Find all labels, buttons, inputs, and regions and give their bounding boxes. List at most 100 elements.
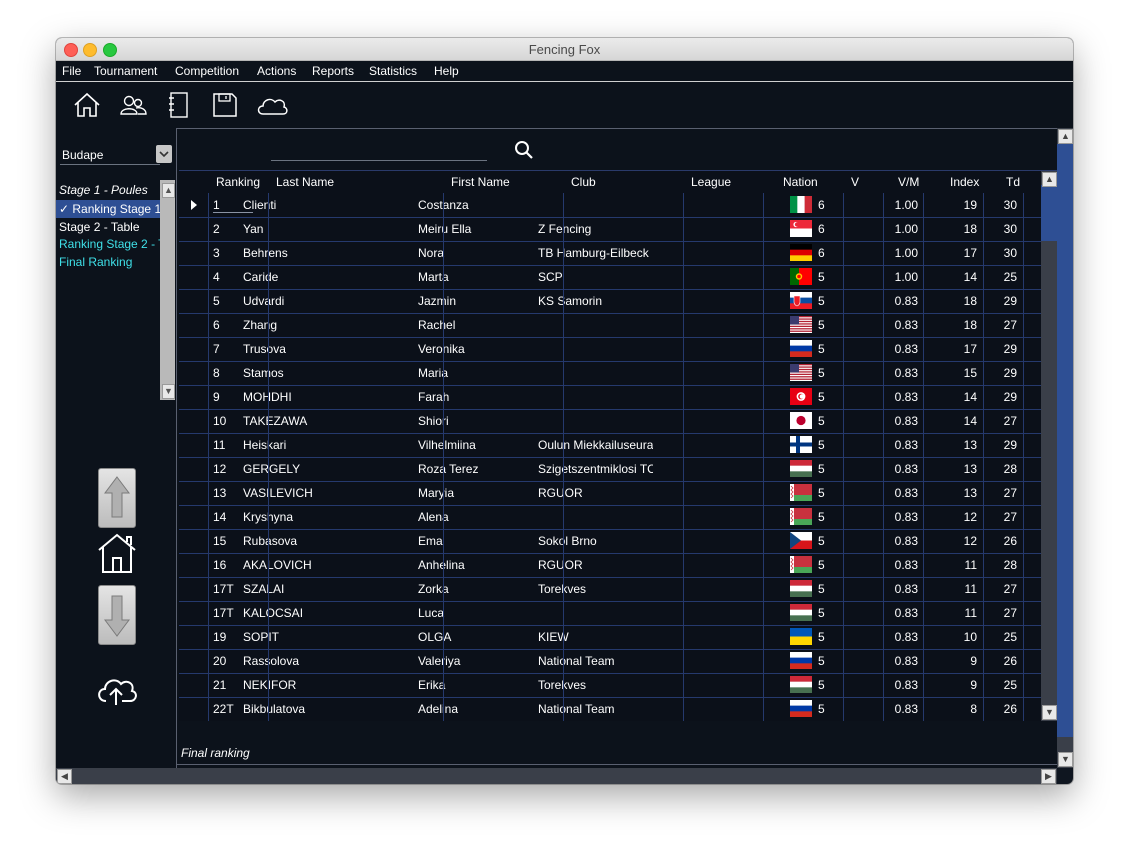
users-icon[interactable] xyxy=(119,92,147,118)
column-header-v[interactable]: V xyxy=(851,175,859,189)
cell-td: 28 xyxy=(1003,558,1017,572)
cell-first-name: Alena xyxy=(418,510,449,524)
column-header-td[interactable]: Td xyxy=(1006,175,1020,189)
cell-v: 5 xyxy=(818,678,825,692)
table-row[interactable]: 14KryshynaAlena50.831227 xyxy=(179,505,1041,530)
cell-club: KIEW xyxy=(538,630,569,644)
table-row[interactable]: 17T KALOCSAI Luca 5 0.83 11 27 xyxy=(179,601,1041,626)
scroll-right-icon[interactable]: ▶ xyxy=(1041,769,1056,784)
stage-item-poules[interactable]: Stage 1 - Poules xyxy=(59,183,148,197)
table-row[interactable]: 9MOHDHIFarah50.831429 xyxy=(179,385,1041,410)
table-row[interactable]: 7 Trusova Veronika 5 0.83 17 29 xyxy=(179,337,1041,362)
menu-file[interactable]: File xyxy=(62,64,81,78)
table-row[interactable]: 16 AKALOVICH Anhelina RGUOR 5 0.83 11 28 xyxy=(179,553,1041,578)
cell-first-name: Jazmin xyxy=(418,294,457,308)
cell-index: 17 xyxy=(963,246,977,260)
home-icon[interactable] xyxy=(73,92,101,118)
tournament-select-button[interactable] xyxy=(156,145,172,163)
scroll-down-icon[interactable]: ▼ xyxy=(162,384,175,399)
cell-vm: 0.83 xyxy=(894,558,918,572)
column-header-last-name[interactable]: Last Name xyxy=(276,175,334,189)
stage-item-final-ranking[interactable]: Final Ranking xyxy=(59,255,132,269)
menu-statistics[interactable]: Statistics xyxy=(369,64,417,78)
cell-first-name: Rachel xyxy=(418,318,456,332)
table-vertical-scroll-thumb[interactable] xyxy=(1041,185,1057,241)
cell-v: 5 xyxy=(818,342,825,356)
cell-td: 27 xyxy=(1003,414,1017,428)
stage-item-table[interactable]: Stage 2 - Table xyxy=(59,220,140,234)
column-header-ranking[interactable]: Ranking xyxy=(216,175,260,189)
flag-blr-icon xyxy=(790,484,812,501)
cell-first-name: Costanza xyxy=(418,198,534,212)
title-bar: Fencing Fox xyxy=(56,38,1073,61)
table-row[interactable]: 1ClientiCostanza61.001930 xyxy=(179,193,1041,218)
move-down-button[interactable] xyxy=(98,585,136,645)
table-row[interactable]: 15 Rubasova Ema Sokol Brno 5 0.83 12 26 xyxy=(179,529,1041,554)
scroll-down-icon[interactable]: ▼ xyxy=(1058,752,1073,767)
cell-first-name: Nora xyxy=(418,246,445,260)
cell-v: 5 xyxy=(818,582,825,596)
table-row[interactable]: 4 Caride Marta SCP 5 1.00 14 25 xyxy=(179,265,1041,290)
search-input[interactable] xyxy=(271,160,487,161)
menu-actions[interactable]: Actions xyxy=(257,64,296,78)
menu-tournament[interactable]: Tournament xyxy=(94,64,157,78)
table-row[interactable]: 17TSZALAIZorkaTorekves50.831127 xyxy=(179,577,1041,602)
save-icon[interactable] xyxy=(211,92,239,118)
scroll-left-icon[interactable]: ◀ xyxy=(57,769,72,784)
tournament-select[interactable]: Budape xyxy=(60,146,160,165)
scroll-down-icon[interactable]: ▼ xyxy=(1042,705,1057,720)
table-row[interactable]: 6 Zhang Rachel 5 0.83 18 27 xyxy=(179,313,1041,338)
cell-vm: 0.83 xyxy=(894,630,918,644)
search-icon[interactable] xyxy=(513,139,535,161)
toolbar xyxy=(56,82,1073,128)
stage-item-ranking-stage-2[interactable]: Ranking Stage 2 - Table xyxy=(59,237,160,251)
table-row[interactable]: 10 TAKEZAWA Shiori 5 0.83 14 27 xyxy=(179,409,1041,434)
column-header-nation[interactable]: Nation xyxy=(783,175,818,189)
window-vertical-scroll-thumb[interactable] xyxy=(1057,144,1073,737)
table-row[interactable]: 20 Rassolova Valeriya National Team 5 0.83 9 26 xyxy=(179,649,1041,674)
table-row[interactable]: 3 Behrens Nora TB Hamburg-Eilbeck 6 1.00 17 30 xyxy=(179,241,1041,266)
cloud-icon[interactable] xyxy=(255,92,289,118)
move-up-button[interactable] xyxy=(98,468,136,528)
cell-club: Oulun Miekkailuseura xyxy=(538,438,653,452)
scroll-up-icon[interactable]: ▲ xyxy=(1042,172,1057,187)
column-header-club[interactable]: Club xyxy=(571,175,596,189)
stage-list-scrollbar[interactable]: ▲ ▼ xyxy=(160,180,175,400)
scroll-up-icon[interactable]: ▲ xyxy=(162,183,175,198)
flag-tun-icon xyxy=(790,388,812,405)
home-outline-icon[interactable] xyxy=(96,532,138,574)
menu-reports[interactable]: Reports xyxy=(312,64,354,78)
notebook-icon[interactable] xyxy=(165,92,193,118)
table-vertical-scrollbar[interactable]: ▲ ▼ xyxy=(1041,171,1057,721)
cell-vm: 0.83 xyxy=(894,582,918,596)
cell-index: 13 xyxy=(963,438,977,452)
cell-td: 27 xyxy=(1003,582,1017,596)
column-header-index[interactable]: Index xyxy=(950,175,979,189)
menu-help[interactable]: Help xyxy=(434,64,459,78)
cell-first-name: Veronika xyxy=(418,342,465,356)
menu-competition[interactable]: Competition xyxy=(175,64,239,78)
table-row[interactable]: 2 Yan Meiru Ella Z Fencing 6 1.00 18 30 xyxy=(179,217,1041,242)
stage-item-ranking-stage-1[interactable]: ✓ Ranking Stage 1 xyxy=(59,202,160,216)
scroll-up-icon[interactable]: ▲ xyxy=(1058,129,1073,144)
window-horizontal-scrollbar[interactable]: ◀ ▶ xyxy=(56,768,1057,784)
cloud-upload-icon[interactable] xyxy=(94,673,138,707)
table-row[interactable]: 12 GERGELY Roza Terez Szigetszentmiklosi TC… xyxy=(179,457,1041,482)
table-row[interactable]: 8 Stamos Maria 5 0.83 15 29 xyxy=(179,361,1041,386)
table-row[interactable]: 13 VASILEVICH Maryia RGUOR 5 0.83 13 27 xyxy=(179,481,1041,506)
table-row[interactable]: 21NEKIFORErikaTorekves50.83925 xyxy=(179,673,1041,698)
cell-club: KS Samorin xyxy=(538,294,603,308)
table-row[interactable]: 11 Heiskari Vilhelmiina Oulun Miekkailuseur… xyxy=(179,433,1041,458)
column-header-league[interactable]: League xyxy=(691,175,731,189)
cell-index: 15 xyxy=(963,366,977,380)
flag-svk-icon xyxy=(790,292,812,310)
table-row[interactable]: 5 Udvardi Jazmin KS Samorin 5 0.83 18 29 xyxy=(179,289,1041,314)
cell-td: 30 xyxy=(1003,222,1017,236)
window-vertical-scrollbar[interactable]: ▲ ▼ xyxy=(1057,128,1073,768)
cell-index: 12 xyxy=(963,534,977,548)
table-row[interactable]: 22T Bikbulatova Adelina National Team 5 0.83 8… xyxy=(179,697,1041,721)
table-row[interactable]: 19 SOPIT OLGA KIEW 5 0.83 10 25 xyxy=(179,625,1041,650)
column-header-vm[interactable]: V/M xyxy=(898,175,919,189)
column-header-first-name[interactable]: First Name xyxy=(451,175,510,189)
cell-first-name: Marta xyxy=(418,270,449,284)
